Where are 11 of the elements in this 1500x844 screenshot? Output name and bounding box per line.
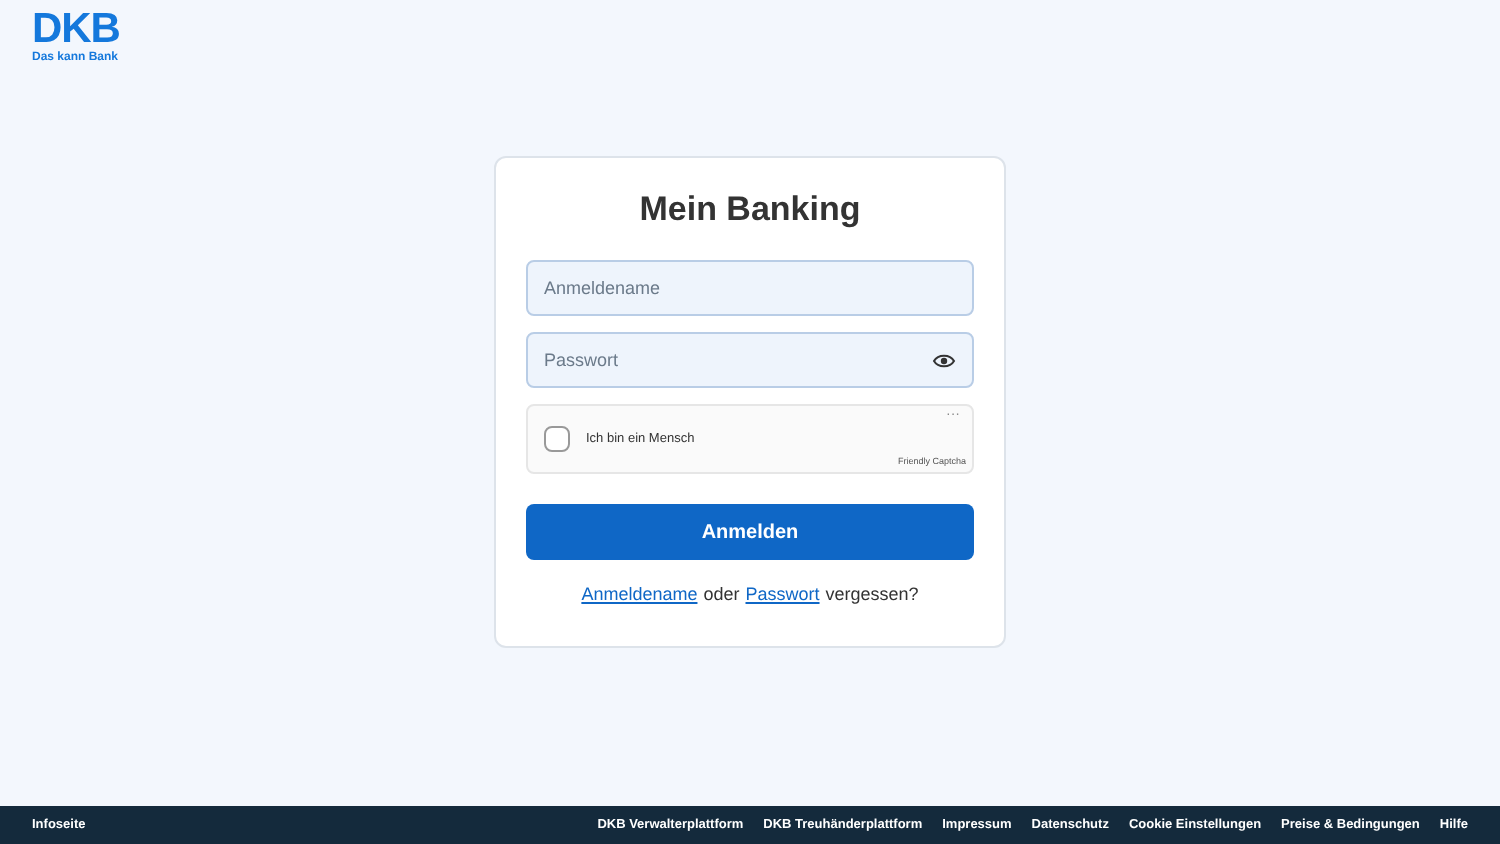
password-field[interactable]: Passwort (526, 332, 974, 388)
login-button[interactable]: Anmelden (526, 504, 974, 560)
eye-icon[interactable] (932, 351, 956, 369)
username-field[interactable]: Anmeldename (526, 260, 974, 316)
logo[interactable]: DKB (32, 8, 1500, 52)
help-text: oder (703, 582, 740, 608)
help-text: vergessen? (825, 582, 919, 608)
captcha-checkbox[interactable] (544, 426, 570, 452)
help-link[interactable]: Anmeldename (581, 582, 698, 609)
card-title: Mein Banking (637, 188, 863, 232)
help-link[interactable]: Passwort (745, 582, 820, 609)
